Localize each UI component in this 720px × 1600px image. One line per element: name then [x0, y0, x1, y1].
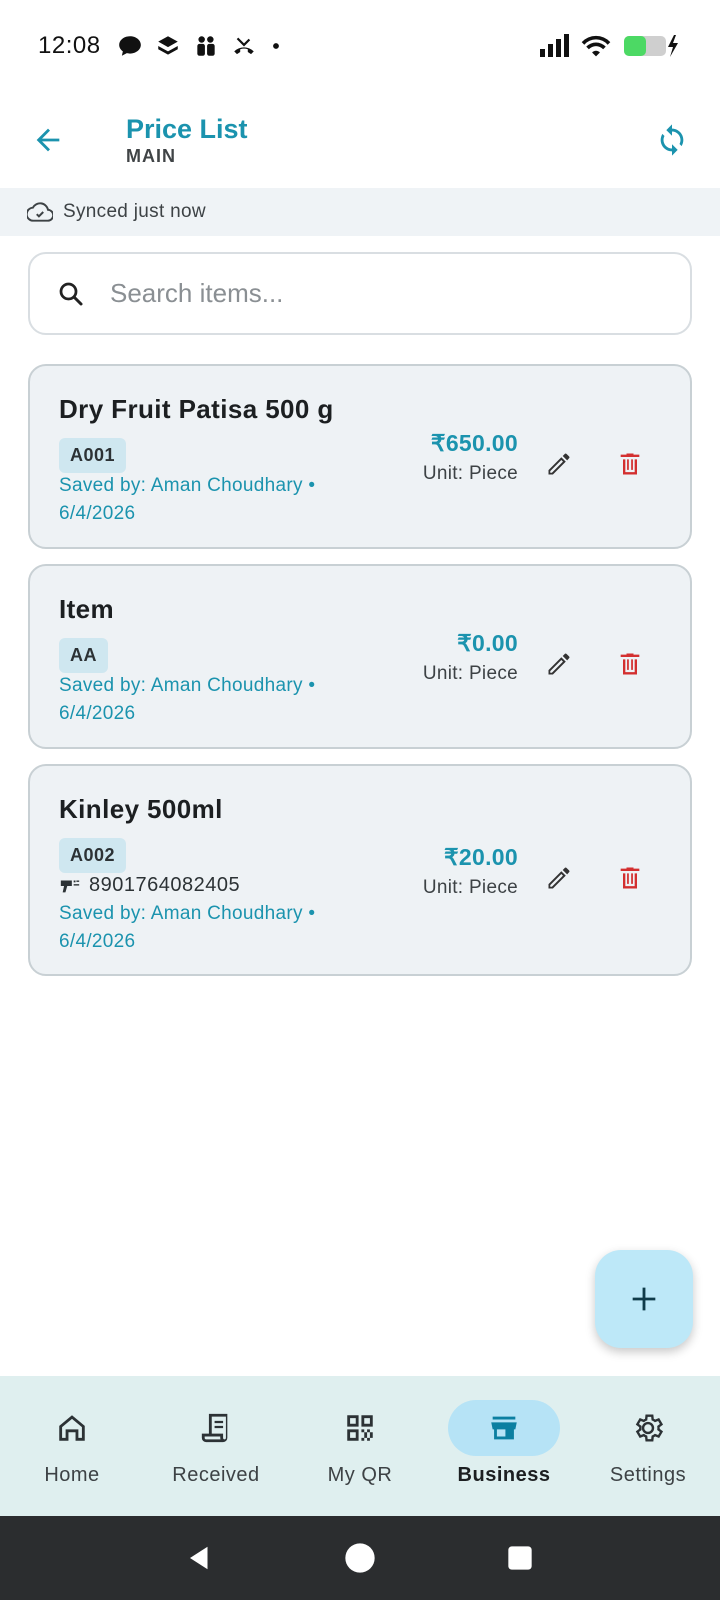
trash-icon — [620, 653, 640, 675]
sync-status-bar: Synced just now — [0, 188, 720, 236]
barcode-text: 8901764082405 — [89, 874, 241, 896]
app-bar: Price List MAIN — [0, 92, 720, 188]
item-name: Dry Fruit Patisa 500 g — [59, 394, 334, 424]
qr-code-icon — [347, 1415, 373, 1441]
nav-item-settings[interactable]: Settings — [576, 1376, 720, 1516]
saved-by-text: Saved by: Aman Choudhary • 6/4/2026 — [59, 472, 315, 528]
circle-home-icon — [345, 1543, 375, 1573]
plus-icon — [632, 1287, 656, 1311]
nav-icon-container — [16, 1400, 128, 1456]
item-code-badge: A002 — [59, 838, 127, 873]
saved-by-text: Saved by: Aman Choudhary • 6/4/2026 — [59, 672, 315, 728]
page-subtitle: MAIN — [126, 146, 176, 166]
item-card[interactable]: Kinley 500ml A002 8901764082405 Saved by… — [28, 764, 692, 976]
system-home-button[interactable] — [330, 1528, 390, 1588]
sync-status-text: Synced just now — [63, 201, 206, 222]
barcode-scanner-icon — [60, 880, 80, 892]
receipt-icon — [201, 1413, 228, 1443]
chat-bubble-icon — [118, 36, 141, 56]
add-item-button[interactable] — [595, 1250, 693, 1348]
barcode-line: 8901764082405 — [59, 874, 240, 897]
notification-icons — [117, 33, 283, 59]
system-recents-button[interactable] — [490, 1528, 550, 1588]
pencil-icon — [548, 653, 570, 675]
price-block: ₹0.00 Unit: Piece — [423, 630, 518, 685]
square-recents-icon — [508, 1546, 532, 1570]
price-block: ₹20.00 Unit: Piece — [423, 844, 518, 899]
back-button[interactable] — [20, 112, 76, 168]
price-block: ₹650.00 Unit: Piece — [423, 430, 518, 485]
delete-button[interactable] — [606, 640, 654, 688]
signal-icon — [540, 34, 569, 57]
page-title: Price List — [126, 114, 248, 144]
saved-by-name: Saved by: Aman Choudhary • — [59, 903, 316, 924]
saved-date: 6/4/2026 — [59, 931, 136, 952]
item-name: Kinley 500ml — [59, 794, 223, 824]
status-time: 12:08 — [38, 32, 101, 59]
nav-icon-container — [304, 1400, 416, 1456]
item-unit: Unit: Piece — [422, 877, 518, 898]
saved-by-name: Saved by: Aman Choudhary • — [59, 675, 316, 696]
nav-icon-container — [592, 1400, 704, 1456]
item-code-badge: A001 — [59, 438, 127, 473]
title-block: Price List MAIN — [126, 113, 248, 167]
nav-item-received[interactable]: Received — [144, 1376, 288, 1516]
item-code-badge: AA — [59, 638, 108, 673]
status-right — [538, 33, 682, 59]
nav-icon-container-active — [448, 1400, 560, 1456]
bottom-navigation: Home Received My QR Business Settings — [0, 1376, 720, 1516]
edit-button[interactable] — [535, 854, 583, 902]
system-navigation-bar — [0, 1516, 720, 1600]
nav-label: Home — [44, 1464, 100, 1486]
item-card[interactable]: Item AA Saved by: Aman Choudhary • 6/4/2… — [28, 564, 692, 749]
dot-icon — [272, 43, 279, 49]
saved-by-name: Saved by: Aman Choudhary • — [59, 475, 316, 496]
item-price: ₹20.00 — [444, 844, 518, 870]
search-box[interactable] — [28, 252, 692, 335]
search-icon — [59, 282, 83, 305]
nav-item-home[interactable]: Home — [0, 1376, 144, 1516]
layers-icon — [157, 36, 178, 55]
nav-label: Received — [172, 1464, 260, 1486]
saved-date: 6/4/2026 — [59, 703, 136, 724]
refresh-button[interactable] — [644, 112, 700, 168]
search-input[interactable] — [110, 278, 630, 309]
saved-by-text: Saved by: Aman Choudhary • 6/4/2026 — [59, 900, 315, 956]
people-icon — [196, 36, 215, 56]
item-name: Item — [59, 594, 115, 624]
home-icon — [59, 1415, 85, 1441]
nav-item-my-qr[interactable]: My QR — [288, 1376, 432, 1516]
gear-icon — [635, 1414, 664, 1442]
item-price: ₹650.00 — [430, 430, 518, 456]
trash-icon — [620, 453, 640, 475]
delete-button[interactable] — [606, 854, 654, 902]
delete-button[interactable] — [606, 440, 654, 488]
arrow-back-icon — [36, 128, 60, 152]
item-card[interactable]: Dry Fruit Patisa 500 g A001 Saved by: Am… — [28, 364, 692, 549]
item-unit: Unit: Piece — [422, 663, 518, 684]
battery-icon — [624, 35, 678, 57]
nav-label: Settings — [609, 1464, 687, 1486]
store-icon — [491, 1416, 517, 1440]
status-bar: 12:08 — [0, 0, 720, 92]
system-back-button[interactable] — [170, 1528, 230, 1588]
edit-button[interactable] — [535, 440, 583, 488]
item-unit: Unit: Piece — [422, 463, 518, 484]
pencil-icon — [548, 453, 570, 475]
saved-date: 6/4/2026 — [59, 503, 136, 524]
missed-call-icon — [233, 37, 254, 55]
triangle-back-icon — [190, 1546, 208, 1570]
cloud-done-icon — [27, 202, 53, 222]
item-price: ₹0.00 — [457, 630, 518, 656]
nav-item-business[interactable]: Business — [432, 1376, 576, 1516]
nav-label: Business — [457, 1464, 551, 1486]
trash-icon — [620, 867, 640, 889]
edit-button[interactable] — [535, 640, 583, 688]
sync-icon — [660, 124, 684, 156]
nav-label: My QR — [327, 1464, 393, 1486]
pencil-icon — [548, 867, 570, 889]
wifi-icon — [581, 35, 611, 57]
nav-icon-container — [160, 1400, 272, 1456]
